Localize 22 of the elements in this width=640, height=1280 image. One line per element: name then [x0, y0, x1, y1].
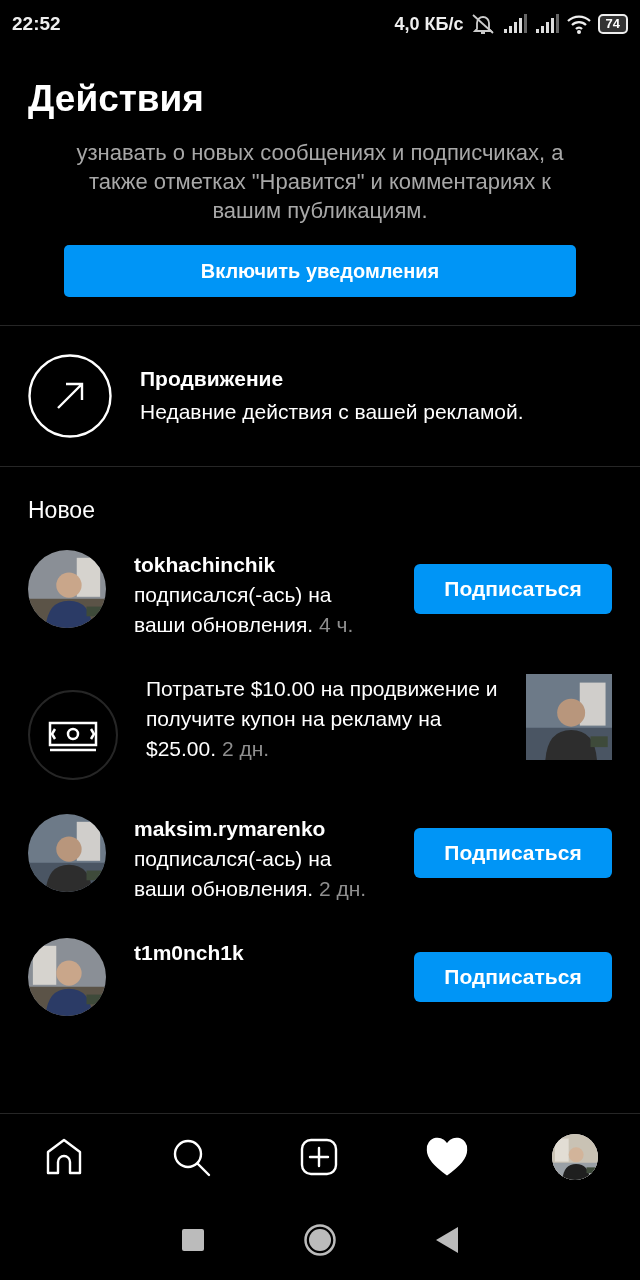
section-title: Новое: [27, 496, 96, 525]
notifications-description: узнавать о новых сообщениях и подписчиках, а также отметках "Нравится" и комментариях к вашим публикациям.: [75, 139, 565, 225]
promotion-subtitle: Недавние действия с вашей рекламой.: [140, 398, 524, 425]
cash-icon: [28, 690, 118, 780]
wifi-icon: [565, 13, 592, 35]
profile-tab[interactable]: [552, 1134, 599, 1180]
page-title: Действия: [27, 77, 205, 121]
home-button[interactable]: [304, 1224, 336, 1256]
back-button[interactable]: [436, 1227, 458, 1253]
username[interactable]: tokhachinchik: [134, 550, 386, 580]
signal-icon: [501, 13, 528, 35]
arrow-circle-icon[interactable]: [28, 354, 112, 438]
username[interactable]: t1m0nch1k: [134, 938, 386, 968]
signal-icon: [533, 13, 560, 35]
activity-text: Потратьте $10.00 на продвижение и получите купон на рекламу на $25.00. 2 дн.: [146, 676, 498, 762]
activity-text: подписался(-ась) на ваши обновления. 4 ч.: [134, 582, 355, 638]
username[interactable]: maksim.rymarenko: [134, 814, 386, 844]
promotion-title[interactable]: Продвижение: [140, 366, 524, 391]
clock: 22:52: [12, 13, 61, 35]
activity-text: подписался(-ась) на ваши обновления. 2 дн.: [134, 846, 368, 902]
battery-indicator: 74: [597, 14, 628, 34]
network-speed: 4,0 КБ/с: [394, 13, 464, 35]
